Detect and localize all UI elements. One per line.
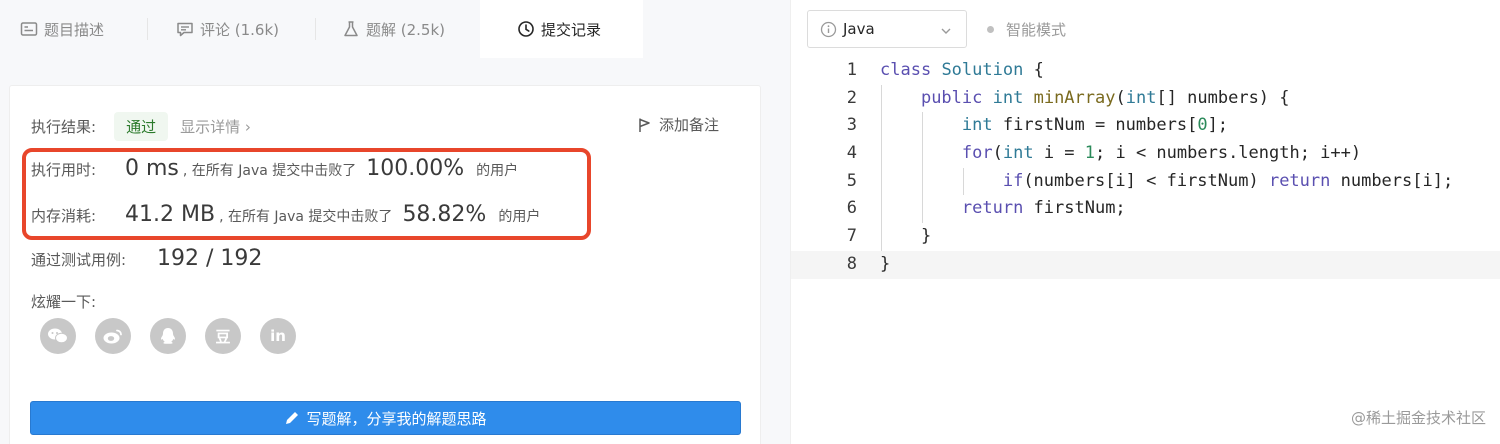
tab-solutions[interactable]: 题解 (2.5k) xyxy=(342,0,480,58)
tab-description[interactable]: 题目描述 xyxy=(20,0,148,58)
tab-bar: 题目描述 评论 (1.6k) 题解 (2.5k) 提交记录 xyxy=(0,0,790,58)
code-text: } xyxy=(880,253,891,274)
tests-label: 通过测试用例: xyxy=(31,251,127,269)
tab-label: 评论 (1.6k) xyxy=(200,20,280,39)
code-line[interactable]: 8} xyxy=(791,250,1500,279)
tests-value: 192 / 192 xyxy=(157,246,263,271)
line-number: 2 xyxy=(846,87,857,108)
indent-guide xyxy=(921,112,923,224)
flask-icon xyxy=(342,20,360,38)
code-text: return firstNum; xyxy=(961,198,1126,219)
tab-label: 提交记录 xyxy=(541,20,602,39)
memory-percent: 58.82% xyxy=(402,202,487,227)
line-number: 1 xyxy=(846,60,857,80)
runtime-beat-text: , 在所有 Java 提交中击败了 xyxy=(182,163,357,179)
douban-glyph: 豆 xyxy=(215,327,231,346)
code-line[interactable]: 4 for(int i = 1; i < numbers.length; i++… xyxy=(791,140,1500,168)
code-line[interactable]: 2 public int minArray(int[] numbers) { xyxy=(791,85,1500,113)
clock-icon xyxy=(517,20,535,38)
runtime-suffix: 的用户 xyxy=(476,163,519,179)
indent-guide xyxy=(881,84,882,251)
code-line[interactable]: 6 return firstNum; xyxy=(791,195,1500,223)
write-solution-button[interactable]: 写题解，分享我的解题思路 xyxy=(30,401,741,435)
status-dot xyxy=(987,26,994,33)
add-note-button[interactable]: 添加备注 xyxy=(637,114,719,135)
tab-comments[interactable]: 评论 (1.6k) xyxy=(176,0,326,58)
tab-submissions[interactable]: 提交记录 xyxy=(480,0,643,58)
code-text: public int minArray(int[] numbers) { xyxy=(920,87,1290,108)
tab-divider xyxy=(147,18,148,40)
smart-mode-toggle[interactable]: 智能模式 xyxy=(987,19,1066,40)
code-editor-panel: Java 智能模式 1 class Solution { 2 public int … xyxy=(790,0,1500,444)
line-number: 8 xyxy=(846,253,857,274)
flag-icon xyxy=(637,117,653,133)
info-icon xyxy=(820,21,837,38)
add-note-label: 添加备注 xyxy=(659,116,720,134)
qq-icon[interactable] xyxy=(150,318,186,354)
pencil-icon xyxy=(284,410,300,426)
code-area[interactable]: 1 class Solution { 2 public int minArray(i… xyxy=(791,57,1500,279)
code-line[interactable]: 7 } xyxy=(791,223,1500,251)
code-line[interactable]: 5 if(numbers[i] < firstNum) return numbe… xyxy=(791,168,1500,196)
description-icon xyxy=(20,20,38,38)
problem-panel: 题目描述 评论 (1.6k) 题解 (2.5k) 提交记录 执行结果: 通过 显… xyxy=(0,0,790,444)
comment-icon xyxy=(176,20,194,38)
line-number: 6 xyxy=(846,198,857,219)
linkedin-icon[interactable]: in xyxy=(260,318,296,354)
share-icons: 豆 in xyxy=(40,318,315,354)
memory-beat-text: , 在所有 Java 提交中击败了 xyxy=(219,209,393,225)
editor-toolbar: Java 智能模式 xyxy=(791,0,1500,58)
chevron-down-icon xyxy=(940,23,952,35)
runtime-stat: 执行用时: 0 ms , 在所有 Java 提交中击败了 100.00% 的用户 xyxy=(31,156,518,181)
share-title: 炫耀一下: xyxy=(31,293,97,311)
memory-value: 41.2 MB xyxy=(125,202,216,227)
memory-suffix: 的用户 xyxy=(498,209,541,225)
code-line[interactable]: 1 class Solution { xyxy=(791,57,1500,85)
tab-label: 题解 (2.5k) xyxy=(366,20,446,39)
line-number: 7 xyxy=(846,226,857,247)
watermark: @稀土掘金技术社区 xyxy=(1350,409,1486,427)
language-label: Java xyxy=(843,20,875,38)
code-text: if(numbers[i] < firstNum) return numbers… xyxy=(1002,170,1454,191)
runtime-percent: 100.00% xyxy=(366,156,465,181)
code-text: int firstNum = numbers[0]; xyxy=(961,115,1229,136)
code-line[interactable]: 3 int firstNum = numbers[0]; xyxy=(791,112,1500,140)
line-number: 3 xyxy=(846,115,857,136)
runtime-value: 0 ms xyxy=(125,156,179,181)
linkedin-glyph: in xyxy=(270,327,286,345)
write-solution-label: 写题解，分享我的解题思路 xyxy=(306,409,487,428)
memory-label: 内存消耗: xyxy=(31,207,97,225)
tab-label: 题目描述 xyxy=(44,20,105,39)
line-number: 5 xyxy=(846,170,857,191)
memory-stat: 内存消耗: 41.2 MB , 在所有 Java 提交中击败了 58.82% 的… xyxy=(31,202,540,227)
code-text: class Solution { xyxy=(880,60,1044,80)
code-text: } xyxy=(880,226,932,247)
weibo-icon[interactable] xyxy=(95,318,131,354)
show-details-link[interactable]: 显示详情 › xyxy=(180,116,251,137)
language-select[interactable]: Java xyxy=(807,10,967,48)
douban-icon[interactable]: 豆 xyxy=(205,318,241,354)
line-number: 4 xyxy=(846,143,857,164)
tab-divider xyxy=(315,18,316,40)
runtime-label: 执行用时: xyxy=(31,161,97,179)
result-label: 执行结果: xyxy=(31,118,97,136)
result-row: 执行结果: 通过 显示详情 › xyxy=(31,112,251,141)
code-text: for(int i = 1; i < numbers.length; i++) xyxy=(961,143,1362,164)
submission-result-card: 执行结果: 通过 显示详情 › 添加备注 执行用时: 0 ms , 在所有 Ja… xyxy=(9,85,761,444)
indent-guide xyxy=(962,167,964,196)
smart-mode-label: 智能模式 xyxy=(1006,21,1067,39)
wechat-icon[interactable] xyxy=(40,318,76,354)
status-badge: 通过 xyxy=(114,112,169,141)
tests-stat: 通过测试用例: 192 / 192 xyxy=(31,246,262,271)
